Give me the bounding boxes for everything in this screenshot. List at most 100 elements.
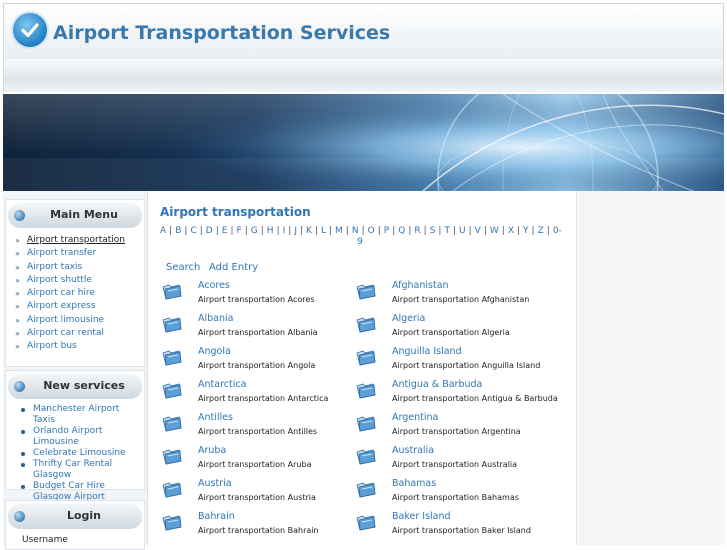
folder-icon[interactable] bbox=[356, 282, 376, 300]
entry-description: Airport transportation Bahamas bbox=[392, 493, 519, 502]
letter-link[interactable]: N bbox=[352, 226, 359, 236]
entry-description: Airport transportation Antarctica bbox=[198, 394, 329, 403]
new-service-link[interactable]: Manchester Airport Taxis bbox=[6, 404, 143, 426]
letter-link[interactable]: L bbox=[321, 226, 326, 236]
sidebar-link[interactable]: Airport bus bbox=[27, 341, 77, 351]
entry-title-link[interactable]: Bahrain bbox=[198, 511, 235, 522]
new-service-link[interactable]: Orlando Airport Limousine bbox=[6, 426, 143, 448]
letter-link[interactable]: M bbox=[335, 226, 343, 236]
entry-description: Airport transportation Anguilla Island bbox=[392, 361, 541, 370]
letter-link[interactable]: K bbox=[306, 226, 312, 236]
list-item: Afghanistan Airport transportation Afghan… bbox=[356, 280, 546, 313]
search-link[interactable]: Search bbox=[166, 262, 200, 273]
main-menu-box: Main Menu » Airport transportation » Airpor… bbox=[5, 199, 145, 367]
entry-title-link[interactable]: Anguilla Island bbox=[392, 346, 462, 357]
letter-link[interactable]: U bbox=[459, 226, 466, 236]
letter-link[interactable]: Z bbox=[538, 226, 544, 236]
letter-link[interactable]: S bbox=[430, 226, 436, 236]
sidebar-link[interactable]: Airport limousine bbox=[27, 315, 104, 325]
letter-link[interactable]: Q bbox=[398, 226, 405, 236]
folder-icon[interactable] bbox=[162, 315, 182, 333]
entry-title-link[interactable]: Baker Island bbox=[392, 511, 451, 522]
sidebar-link[interactable]: Airport shuttle bbox=[27, 275, 92, 285]
sidebar-link[interactable]: Airport car rental bbox=[27, 328, 104, 338]
folder-icon[interactable] bbox=[162, 447, 182, 465]
folder-icon[interactable] bbox=[356, 381, 376, 399]
separator: | bbox=[423, 226, 427, 236]
sidebar-link[interactable]: Airport car hire bbox=[27, 288, 95, 298]
entry-title-link[interactable]: Angola bbox=[198, 346, 231, 357]
check-circle-icon[interactable] bbox=[13, 13, 47, 47]
letter-link[interactable]: E bbox=[222, 226, 228, 236]
entry-description: Airport transportation Baker Island bbox=[392, 526, 531, 535]
letter-link[interactable]: F bbox=[237, 226, 242, 236]
entry-description: Airport transportation Albania bbox=[198, 328, 318, 337]
entry-description: Airport transportation Algeria bbox=[392, 328, 510, 337]
folder-icon[interactable] bbox=[162, 414, 182, 432]
main-menu-title: Main Menu bbox=[50, 208, 118, 221]
letter-link[interactable]: H bbox=[267, 226, 274, 236]
letter-link[interactable]: P bbox=[384, 226, 389, 236]
folder-icon[interactable] bbox=[162, 480, 182, 498]
entry-title-link[interactable]: Algeria bbox=[392, 313, 425, 324]
letter-link[interactable]: G bbox=[251, 226, 258, 236]
folder-icon[interactable] bbox=[162, 348, 182, 366]
folder-icon[interactable] bbox=[356, 348, 376, 366]
letter-link[interactable]: V bbox=[475, 226, 481, 236]
folder-icon[interactable] bbox=[162, 381, 182, 399]
letter-link[interactable]: C bbox=[190, 226, 196, 236]
letter-link[interactable]: I bbox=[283, 226, 286, 236]
list-item: Albania Airport transportation Albania bbox=[162, 313, 352, 346]
letter-link[interactable]: O bbox=[368, 226, 375, 236]
folder-icon[interactable] bbox=[356, 447, 376, 465]
list-item: Aruba Airport transportation Aruba bbox=[162, 445, 352, 478]
letter-link[interactable]: D bbox=[206, 226, 213, 236]
site-title[interactable]: Airport Transportation Services bbox=[53, 22, 390, 44]
folder-icon[interactable] bbox=[356, 513, 376, 531]
entry-title-link[interactable]: Argentina bbox=[392, 412, 438, 423]
entry-title-link[interactable]: Albania bbox=[198, 313, 233, 324]
entry-description: Airport transportation Aruba bbox=[198, 460, 312, 469]
letter-link[interactable]: R bbox=[414, 226, 420, 236]
right-column bbox=[576, 191, 725, 545]
top-nav-bar bbox=[3, 59, 724, 92]
entry-title-link[interactable]: Acores bbox=[198, 280, 230, 291]
new-service-link[interactable]: Thrifty Car Rental Glasgow bbox=[6, 459, 143, 481]
entry-title-link[interactable]: Bahamas bbox=[392, 478, 436, 489]
sidebar-link[interactable]: Airport transportation bbox=[27, 235, 125, 245]
folder-icon[interactable] bbox=[162, 513, 182, 531]
list-item: Bahamas Airport transportation Bahamas bbox=[356, 478, 546, 511]
sidebar-link[interactable]: Airport transfer bbox=[27, 248, 96, 258]
sidebar-link[interactable]: Airport taxis bbox=[27, 262, 82, 272]
letter-link[interactable]: A bbox=[160, 226, 166, 236]
separator: | bbox=[345, 226, 349, 236]
entry-title-link[interactable]: Afghanistan bbox=[392, 280, 449, 291]
entry-title-link[interactable]: Antarctica bbox=[198, 379, 246, 390]
entry-title-link[interactable]: Aruba bbox=[198, 445, 226, 456]
double-chevron-icon: » bbox=[15, 249, 20, 259]
add-entry-link[interactable]: Add Entry bbox=[209, 262, 258, 273]
folder-icon[interactable] bbox=[356, 414, 376, 432]
double-chevron-icon: » bbox=[15, 302, 20, 312]
entry-description: Airport transportation Antilles bbox=[198, 427, 318, 436]
new-service-link[interactable]: Celebrate Limousine bbox=[6, 448, 143, 459]
letter-link[interactable]: W bbox=[490, 226, 499, 236]
letter-link[interactable]: Y bbox=[523, 226, 529, 236]
sidebar-link[interactable]: Airport express bbox=[27, 301, 96, 311]
entry-title-link[interactable]: Austria bbox=[198, 478, 232, 489]
folder-icon[interactable] bbox=[356, 480, 376, 498]
list-item: Antarctica Airport transportation Antarct… bbox=[162, 379, 352, 412]
letter-link[interactable]: J bbox=[294, 226, 297, 236]
separator: | bbox=[244, 226, 248, 236]
entry-title-link[interactable]: Antigua & Barbuda bbox=[392, 379, 482, 390]
folder-icon[interactable] bbox=[356, 315, 376, 333]
letter-link[interactable]: T bbox=[444, 226, 450, 236]
letter-link[interactable]: X bbox=[508, 226, 514, 236]
entry-description: Airport transportation Bahrain bbox=[198, 526, 319, 535]
entry-title-link[interactable]: Antilles bbox=[198, 412, 233, 423]
entry-title-link[interactable]: Australia bbox=[392, 445, 434, 456]
sidebar-item-airport-transfer: » Airport transfer bbox=[6, 247, 125, 260]
separator: | bbox=[438, 226, 442, 236]
folder-icon[interactable] bbox=[162, 282, 182, 300]
letter-link[interactable]: B bbox=[175, 226, 181, 236]
